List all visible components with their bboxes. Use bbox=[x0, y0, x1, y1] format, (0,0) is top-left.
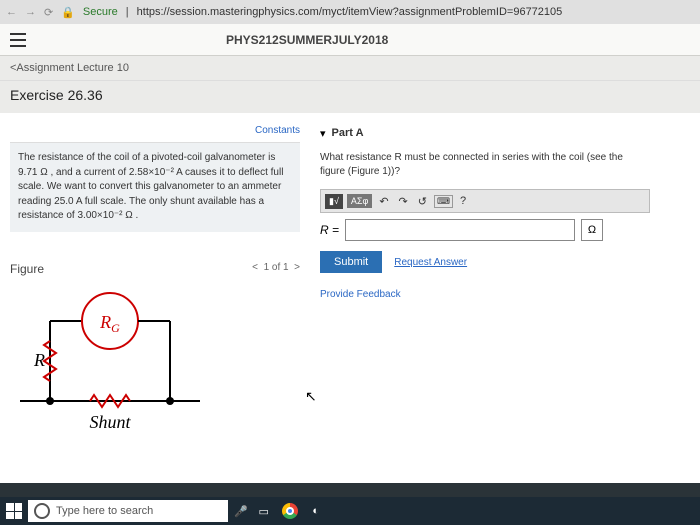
r-equals-label: R = bbox=[320, 223, 339, 237]
figure-heading: Figure bbox=[10, 262, 44, 276]
dropdown-caret-icon[interactable]: ▾ bbox=[320, 127, 326, 140]
format-icon[interactable]: ▮√ bbox=[325, 194, 343, 209]
url-text[interactable]: https://session.masteringphysics.com/myc… bbox=[137, 6, 563, 18]
keyboard-icon[interactable]: ⌨ bbox=[434, 195, 453, 208]
browser-address-bar: ← → ⟳ 🔒 Secure | https://session.masteri… bbox=[0, 0, 700, 24]
start-icon[interactable] bbox=[6, 503, 22, 519]
shunt-label: Shunt bbox=[89, 412, 131, 432]
chrome-icon[interactable] bbox=[280, 501, 300, 521]
constants-link[interactable]: Constants bbox=[10, 123, 300, 143]
help-icon[interactable]: ? bbox=[457, 195, 469, 207]
back-icon[interactable]: ← bbox=[6, 6, 17, 18]
breadcrumb[interactable]: <Assignment Lecture 10 bbox=[0, 56, 700, 81]
undo-icon[interactable]: ↶ bbox=[376, 195, 391, 208]
main-content: Constants The resistance of the coil of … bbox=[0, 113, 700, 483]
problem-description: The resistance of the coil of a pivoted-… bbox=[10, 143, 300, 232]
cursor-icon: ↖ bbox=[305, 388, 317, 405]
answer-row: R = Ω bbox=[320, 219, 650, 241]
taskbar-search[interactable]: Type here to search bbox=[28, 500, 228, 522]
page-title: Exercise 26.36 bbox=[0, 81, 700, 113]
answer-input[interactable] bbox=[345, 219, 575, 241]
answer-toolbar: ▮√ ΑΣφ ↶ ↷ ↺ ⌨ ? bbox=[320, 189, 650, 213]
greek-icon[interactable]: ΑΣφ bbox=[347, 194, 372, 208]
part-a-label: Part A bbox=[332, 123, 364, 143]
app-icon[interactable]: ◐ bbox=[306, 501, 326, 521]
redo-icon[interactable]: ↷ bbox=[396, 195, 411, 208]
rg-label: RG bbox=[99, 312, 120, 335]
secure-label: Secure bbox=[83, 6, 118, 18]
lock-icon: 🔒 bbox=[61, 6, 75, 19]
course-title: PHYS212SUMMERJULY2018 bbox=[226, 33, 388, 47]
forward-icon[interactable]: → bbox=[25, 6, 36, 18]
cortana-icon bbox=[34, 503, 50, 519]
request-answer-link[interactable]: Request Answer bbox=[394, 257, 467, 268]
search-placeholder: Type here to search bbox=[56, 505, 153, 517]
task-view-icon[interactable]: ▭ bbox=[254, 501, 274, 521]
figure-label: Figure < 1 of 1 > bbox=[10, 262, 300, 276]
figure-pager[interactable]: < 1 of 1 > bbox=[252, 262, 300, 273]
submit-button[interactable]: Submit bbox=[320, 251, 382, 273]
app-header: PHYS212SUMMERJULY2018 bbox=[0, 24, 700, 56]
reload-icon[interactable]: ⟳ bbox=[44, 6, 53, 19]
reset-icon[interactable]: ↺ bbox=[415, 195, 430, 208]
menu-icon[interactable] bbox=[10, 33, 26, 47]
windows-taskbar: Type here to search 🎤 ▭ ◐ bbox=[0, 497, 700, 525]
circuit-figure: Shunt R RG bbox=[10, 286, 210, 436]
r-label: R bbox=[33, 350, 45, 370]
unit-label: Ω bbox=[581, 219, 603, 241]
mic-icon[interactable]: 🎤 bbox=[234, 505, 248, 518]
question-text: What resistance R must be connected in s… bbox=[320, 145, 650, 189]
provide-feedback-link[interactable]: Provide Feedback bbox=[320, 289, 650, 300]
